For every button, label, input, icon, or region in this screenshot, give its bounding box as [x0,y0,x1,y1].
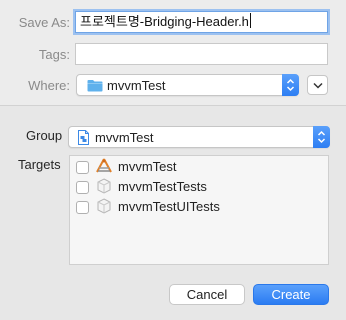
where-label: Where: [28,78,70,93]
save-as-value: 프로젝트명-Bridging-Header.h [80,14,249,29]
save-location-panel: Save As: 프로젝트명-Bridging-Header.h Tags: W… [0,0,346,105]
group-updown-arrows-icon [313,126,330,148]
app-target-icon [95,158,113,177]
folder-icon [87,79,103,95]
save-dialog: Save As: 프로젝트명-Bridging-Header.h Tags: W… [0,0,346,320]
group-label: Group [26,128,63,143]
save-as-field[interactable]: 프로젝트명-Bridging-Header.h [75,11,328,33]
target-row[interactable]: mvvmTestTests [70,177,328,197]
chevron-down-icon [313,82,323,89]
test-target-icon [97,178,111,197]
target-row[interactable]: mvvmTestUITests [70,197,328,217]
target-checkbox[interactable] [76,201,89,214]
text-caret [249,13,251,28]
group-popup[interactable]: mvvmTest [68,126,330,148]
target-checkbox[interactable] [76,161,89,174]
create-button[interactable]: Create [253,284,329,305]
group-value: mvvmTest [95,130,154,145]
expand-button[interactable] [307,75,328,95]
where-popup[interactable]: mvvmTest [76,74,299,96]
targets-label: Targets [18,157,61,172]
updown-arrows-icon [282,74,299,96]
target-label: mvvmTest [118,159,177,174]
target-checkbox[interactable] [76,181,89,194]
target-label: mvvmTestUITests [118,199,220,214]
group-folder-icon [78,130,89,148]
where-value: mvvmTest [107,78,166,93]
test-target-icon [97,198,111,217]
target-row[interactable]: mvvmTest [70,157,328,177]
save-as-label: Save As: [18,15,70,30]
targets-list: mvvmTest mvvmTestTests mvvmTestUITests [69,155,329,265]
target-label: mvvmTestTests [118,179,207,194]
tags-label: Tags: [38,47,70,62]
cancel-button[interactable]: Cancel [169,284,245,305]
tags-field[interactable] [75,43,328,65]
